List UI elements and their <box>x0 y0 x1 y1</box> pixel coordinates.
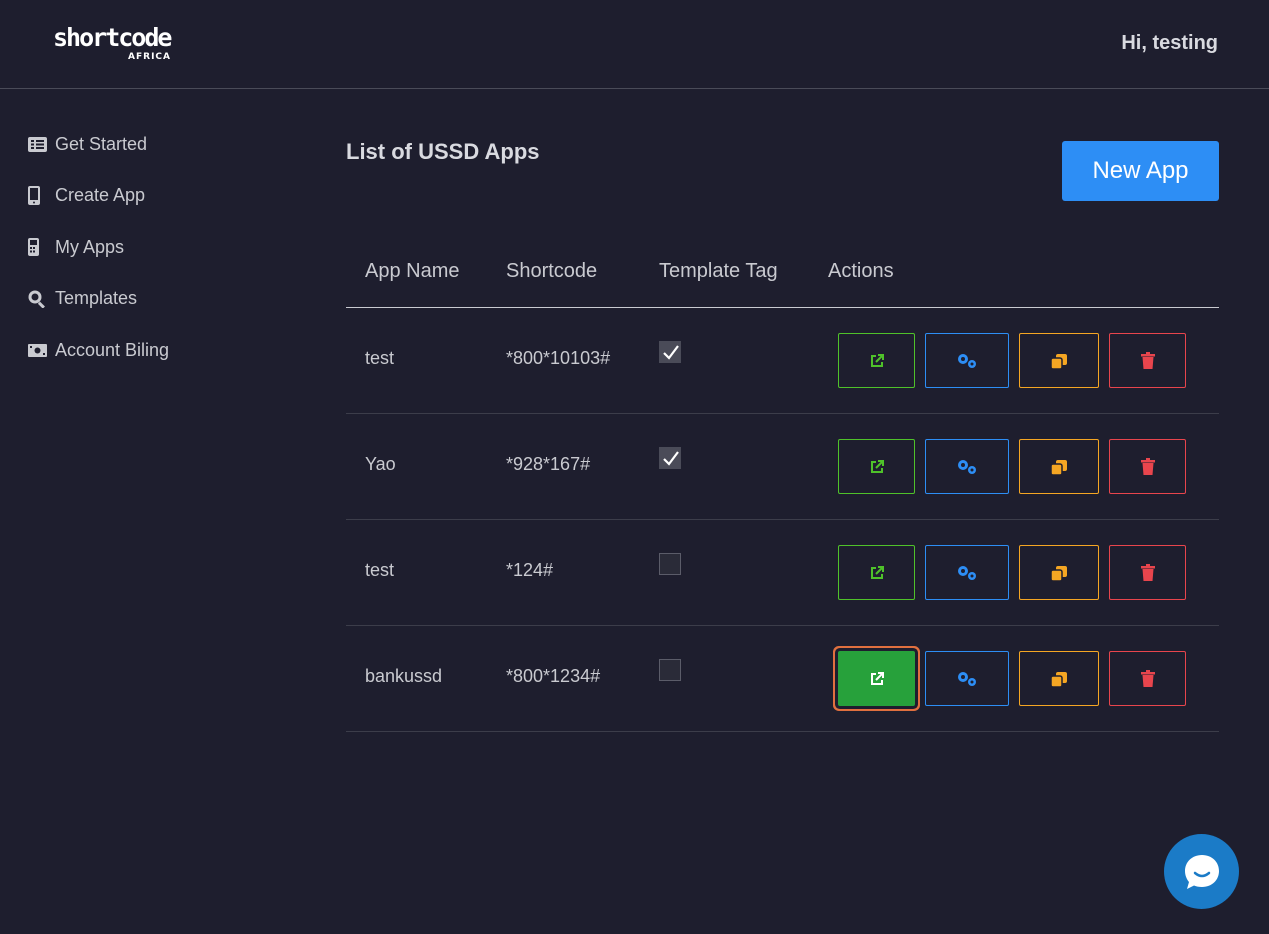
sidebar-item-account-billing[interactable]: Account Biling <box>28 336 169 364</box>
logo-subtext: AFRICA <box>128 52 171 62</box>
trash-icon <box>1140 670 1155 687</box>
gears-icon <box>958 565 976 580</box>
sidebar-item-create-app[interactable]: Create App <box>28 182 169 210</box>
table-header: App Name Shortcode Template Tag Actions <box>346 240 1219 308</box>
sidebar-item-label: Get Started <box>55 133 148 154</box>
user-greeting[interactable]: Hi, testing <box>1121 32 1218 55</box>
sidebar-item-label: Templates <box>55 288 138 308</box>
gears-icon <box>958 459 976 474</box>
sidebar-item-get-started[interactable]: Get Started <box>28 130 169 158</box>
column-header-app-name: App Name <box>365 260 460 282</box>
logo-text: shortcode <box>53 23 172 52</box>
search-icon <box>28 290 48 308</box>
app-name: Yao <box>365 454 396 474</box>
duplicate-app-button[interactable] <box>1019 651 1099 706</box>
duplicate-app-button[interactable] <box>1019 333 1099 388</box>
template-tag-checkbox[interactable] <box>659 341 681 363</box>
configure-app-button[interactable] <box>925 651 1009 706</box>
open-app-button[interactable] <box>838 333 915 388</box>
list-icon <box>28 136 48 152</box>
open-app-button[interactable] <box>838 439 915 494</box>
mobile-icon <box>28 186 48 205</box>
open-app-button[interactable] <box>838 545 915 600</box>
new-app-button[interactable]: New App <box>1062 141 1219 201</box>
open-app-button[interactable] <box>838 651 915 706</box>
sidebar-item-templates[interactable]: Templates <box>28 285 169 313</box>
sidebar-item-my-apps[interactable]: My Apps <box>28 233 169 261</box>
sidebar-nav: Get Started Create App My Apps Templates… <box>28 130 169 388</box>
gears-icon <box>958 671 976 686</box>
column-header-shortcode: Shortcode <box>506 260 598 282</box>
delete-app-button[interactable] <box>1109 545 1186 600</box>
trash-icon <box>1140 564 1155 581</box>
app-name: test <box>365 348 395 368</box>
shortcode-africa-logo[interactable]: shortcode AFRICA <box>53 24 175 64</box>
shortcode: *928*167# <box>506 454 591 474</box>
duplicate-app-button[interactable] <box>1019 439 1099 494</box>
copy-icon <box>1050 353 1067 370</box>
app-name: test <box>365 560 395 580</box>
template-tag-checkbox[interactable] <box>659 447 681 469</box>
trash-icon <box>1140 458 1155 475</box>
duplicate-app-button[interactable] <box>1019 545 1099 600</box>
shortcode: *800*10103# <box>506 348 611 368</box>
template-tag-checkbox[interactable] <box>659 659 681 681</box>
delete-app-button[interactable] <box>1109 333 1186 388</box>
table-row: test *800*10103# <box>346 308 1219 414</box>
gears-icon <box>958 353 976 368</box>
configure-app-button[interactable] <box>925 439 1009 494</box>
column-header-actions: Actions <box>828 260 894 282</box>
external-link-icon <box>870 459 884 473</box>
phone-icon <box>28 238 48 256</box>
external-link-icon <box>870 671 884 685</box>
app-name: bankussd <box>365 666 443 686</box>
table-row: Yao *928*167# <box>346 414 1219 520</box>
copy-icon <box>1050 671 1067 688</box>
configure-app-button[interactable] <box>925 545 1009 600</box>
shortcode: *124# <box>506 560 554 580</box>
shortcode: *800*1234# <box>506 666 601 686</box>
table-row: bankussd *800*1234# <box>346 626 1219 732</box>
table-row: test *124# <box>346 520 1219 626</box>
configure-app-button[interactable] <box>925 333 1009 388</box>
sidebar-item-label: Account Biling <box>55 339 170 360</box>
copy-icon <box>1050 565 1067 582</box>
trash-icon <box>1140 352 1155 369</box>
sidebar-item-label: Create App <box>55 185 146 205</box>
external-link-icon <box>870 353 884 367</box>
template-tag-checkbox[interactable] <box>659 553 681 575</box>
chat-bubble-icon <box>1184 854 1219 889</box>
sidebar-item-label: My Apps <box>55 236 125 257</box>
delete-app-button[interactable] <box>1109 439 1186 494</box>
top-header: shortcode AFRICA Hi, testing <box>0 0 1269 89</box>
column-header-template-tag: Template Tag <box>659 260 778 282</box>
external-link-icon <box>870 565 884 579</box>
apps-table: App Name Shortcode Template Tag Actions … <box>346 240 1219 732</box>
copy-icon <box>1050 459 1067 476</box>
page-title: List of USSD Apps <box>346 139 540 164</box>
delete-app-button[interactable] <box>1109 651 1186 706</box>
chat-widget-button[interactable] <box>1164 834 1239 909</box>
money-icon <box>28 343 48 357</box>
